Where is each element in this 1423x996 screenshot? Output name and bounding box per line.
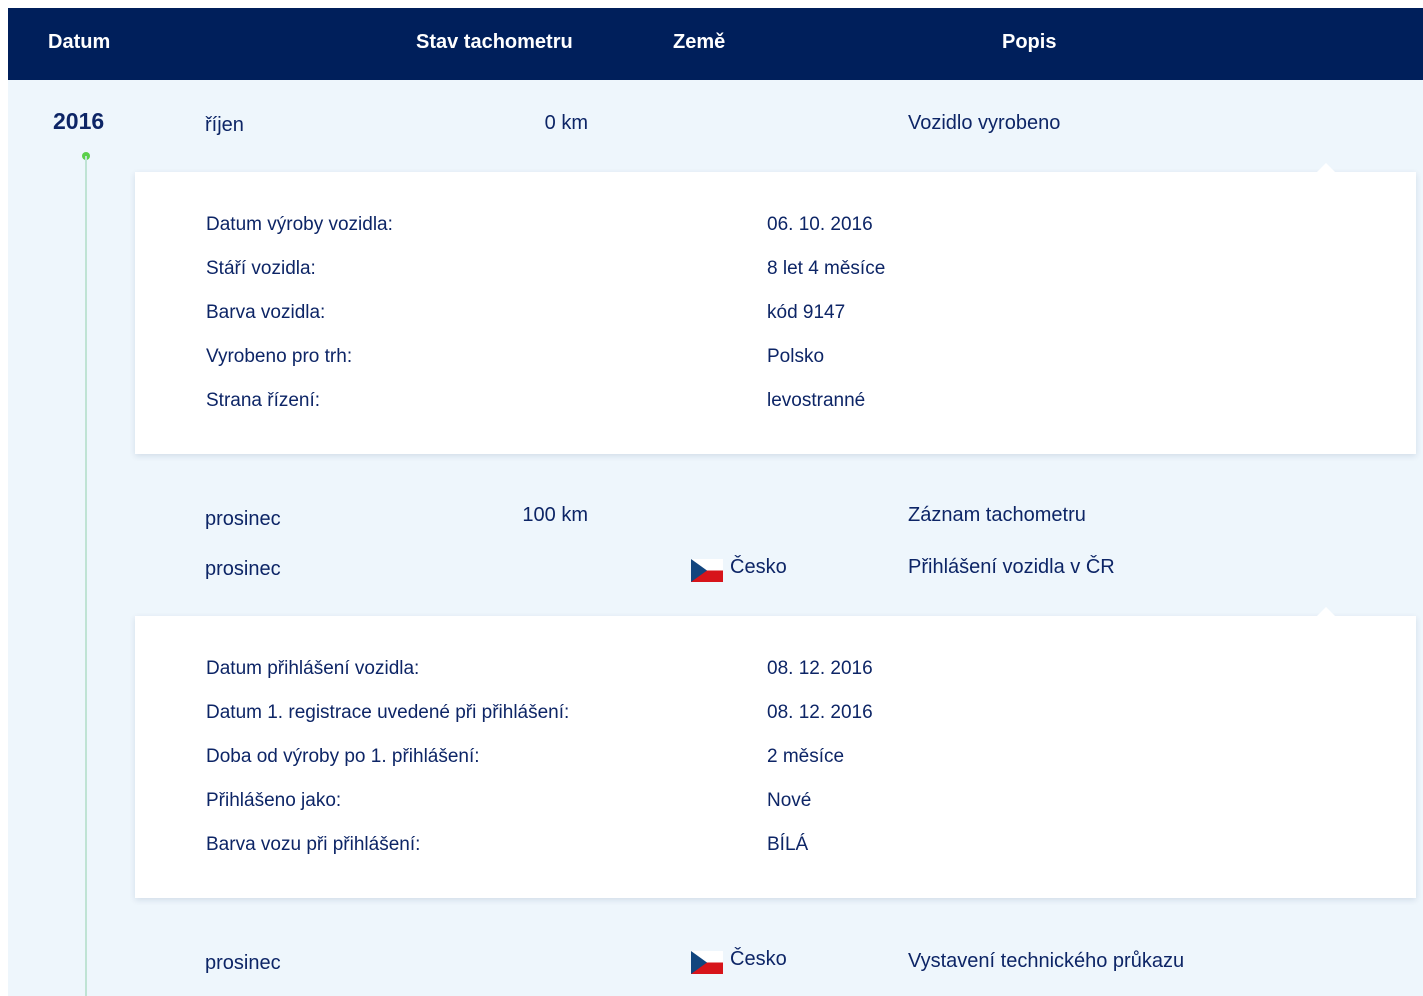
- detail-row: Datum 1. registrace uvedené při přihláše…: [206, 702, 1306, 746]
- detail-label: Strana řízení:: [206, 390, 321, 411]
- detail-label: Datum výroby vozidla:: [206, 214, 393, 235]
- event-description: Přihlášení vozidla v ČR: [908, 556, 1115, 578]
- event-month: říjen: [205, 114, 244, 136]
- detail-row: Vyrobeno pro trh: Polsko: [206, 346, 1306, 390]
- detail-label: Vyrobeno pro trh:: [206, 346, 353, 367]
- header-odometer: Stav tachometru: [416, 31, 573, 53]
- detail-value: 8 let 4 měsíce: [767, 258, 886, 279]
- event-detail-card: Datum přihlášení vozidla: 08. 12. 2016 D…: [135, 607, 1416, 898]
- detail-pointer: [1316, 607, 1336, 617]
- detail-label: Přihlášeno jako:: [206, 790, 342, 811]
- detail-pointer: [1316, 163, 1336, 173]
- detail-row: Datum přihlášení vozidla: 08. 12. 2016: [206, 658, 1306, 702]
- detail-value: kód 9147: [767, 302, 846, 323]
- czech-flag-icon: [691, 951, 723, 974]
- detail-label: Stáří vozidla:: [206, 258, 316, 279]
- detail-row: Doba od výroby po 1. přihlášení: 2 měsíc…: [206, 746, 1306, 790]
- event-country: Česko: [730, 948, 787, 970]
- vehicle-history-page: Datum Stav tachometru Země Popis 2016 ří…: [8, 8, 1423, 996]
- event-odometer: 100 km: [522, 504, 588, 526]
- detail-label: Datum 1. registrace uvedené při přihláše…: [206, 702, 570, 723]
- timeline-line: [85, 156, 87, 996]
- detail-label: Barva vozu při přihlášení:: [206, 834, 421, 855]
- detail-value: Nové: [767, 790, 812, 811]
- detail-row: Přihlášeno jako: Nové: [206, 790, 1306, 834]
- czech-flag-icon: [691, 559, 723, 582]
- event-description: Vystavení technického průkazu: [908, 950, 1185, 972]
- detail-label: Datum přihlášení vozidla:: [206, 658, 420, 679]
- event-odometer: 0 km: [544, 112, 588, 134]
- detail-label: Doba od výroby po 1. přihlášení:: [206, 746, 480, 767]
- detail-value: 2 měsíce: [767, 746, 845, 767]
- header-description: Popis: [1002, 31, 1057, 53]
- detail-value: Polsko: [767, 346, 825, 367]
- detail-value: 08. 12. 2016: [767, 702, 873, 723]
- event-month: prosinec: [205, 508, 281, 530]
- detail-row: Barva vozidla: kód 9147: [206, 302, 1306, 346]
- event-detail-card: Datum výroby vozidla: 06. 10. 2016 Stáří…: [135, 163, 1416, 454]
- event-month: prosinec: [205, 558, 281, 580]
- detail-row: Barva vozu při přihlášení: BÍLÁ: [206, 834, 1306, 878]
- header-country: Země: [673, 31, 726, 53]
- detail-row: Stáří vozidla: 8 let 4 měsíce: [206, 258, 1306, 302]
- detail-value: levostranné: [767, 390, 866, 411]
- event-description: Záznam tachometru: [908, 504, 1086, 526]
- event-description: Vozidlo vyrobeno: [908, 112, 1061, 134]
- year-label: 2016: [53, 108, 105, 134]
- detail-value: 06. 10. 2016: [767, 214, 873, 235]
- detail-row: Strana řízení: levostranné: [206, 390, 1306, 434]
- event-month: prosinec: [205, 952, 281, 974]
- detail-label: Barva vozidla:: [206, 302, 326, 323]
- event-country: Česko: [730, 556, 787, 578]
- header-date: Datum: [48, 31, 111, 53]
- detail-value: 08. 12. 2016: [767, 658, 873, 679]
- detail-row: Datum výroby vozidla: 06. 10. 2016: [206, 214, 1306, 258]
- detail-value: BÍLÁ: [767, 834, 809, 855]
- table-header: Datum Stav tachometru Země Popis: [8, 8, 1423, 80]
